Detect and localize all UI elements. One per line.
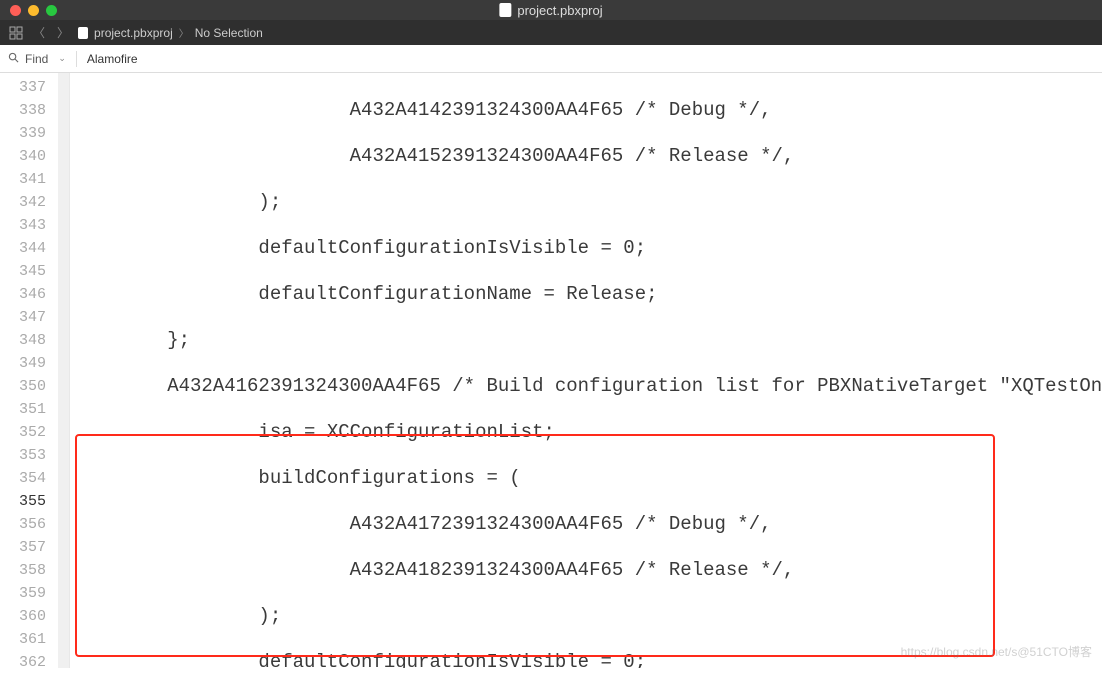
window-title: project.pbxproj bbox=[499, 3, 602, 18]
breadcrumb-file: project.pbxproj bbox=[94, 26, 173, 40]
maximize-window-button[interactable] bbox=[46, 5, 57, 16]
code-line: buildConfigurations = ( bbox=[76, 467, 1102, 490]
code-line: ); bbox=[76, 605, 1102, 628]
title-text: project.pbxproj bbox=[517, 3, 602, 18]
minimize-window-button[interactable] bbox=[28, 5, 39, 16]
line-numbers-gutter: 337 338 339 340 341 342 343 344 345 346 … bbox=[0, 73, 58, 668]
separator bbox=[76, 51, 77, 67]
code-editor[interactable]: 337 338 339 340 341 342 343 344 345 346 … bbox=[0, 73, 1102, 668]
chevron-down-icon[interactable]: ⌄ bbox=[58, 53, 66, 64]
nav-back-button[interactable]: 〈 bbox=[30, 24, 48, 41]
related-items-icon[interactable] bbox=[8, 25, 24, 41]
nav-forward-button[interactable]: 〉 bbox=[54, 24, 72, 41]
code-line: A432A4142391324300AA4F65 /* Debug */, bbox=[76, 99, 1102, 122]
find-mode-label[interactable]: Find bbox=[25, 52, 48, 66]
code-line: defaultConfigurationIsVisible = 0; bbox=[76, 237, 1102, 260]
code-line: A432A4182391324300AA4F65 /* Release */, bbox=[76, 559, 1102, 582]
titlebar: project.pbxproj bbox=[0, 0, 1102, 20]
find-bar: Find ⌄ bbox=[0, 45, 1102, 73]
search-icon bbox=[8, 52, 19, 66]
code-line: A432A4162391324300AA4F65 /* Build config… bbox=[76, 375, 1102, 398]
code-area[interactable]: A432A4142391324300AA4F65 /* Debug */, A4… bbox=[70, 73, 1102, 668]
search-input[interactable] bbox=[87, 52, 1094, 66]
file-icon bbox=[499, 3, 511, 17]
code-line: A432A4172391324300AA4F65 /* Debug */, bbox=[76, 513, 1102, 536]
chevron-right-icon: 〉 bbox=[179, 25, 189, 40]
traffic-lights bbox=[10, 5, 57, 16]
close-window-button[interactable] bbox=[10, 5, 21, 16]
code-line: ); bbox=[76, 191, 1102, 214]
code-line: A432A4152391324300AA4F65 /* Release */, bbox=[76, 145, 1102, 168]
breadcrumb[interactable]: project.pbxproj 〉 No Selection bbox=[78, 25, 263, 40]
code-line: defaultConfigurationIsVisible = 0; bbox=[76, 651, 1102, 668]
code-line: isa = XCConfigurationList; bbox=[76, 421, 1102, 444]
fold-bar[interactable] bbox=[58, 73, 70, 668]
code-line: defaultConfigurationName = Release; bbox=[76, 283, 1102, 306]
file-icon bbox=[78, 27, 88, 39]
toolbar: 〈 〉 project.pbxproj 〉 No Selection bbox=[0, 20, 1102, 45]
breadcrumb-selection: No Selection bbox=[195, 26, 263, 40]
code-line: }; bbox=[76, 329, 1102, 352]
